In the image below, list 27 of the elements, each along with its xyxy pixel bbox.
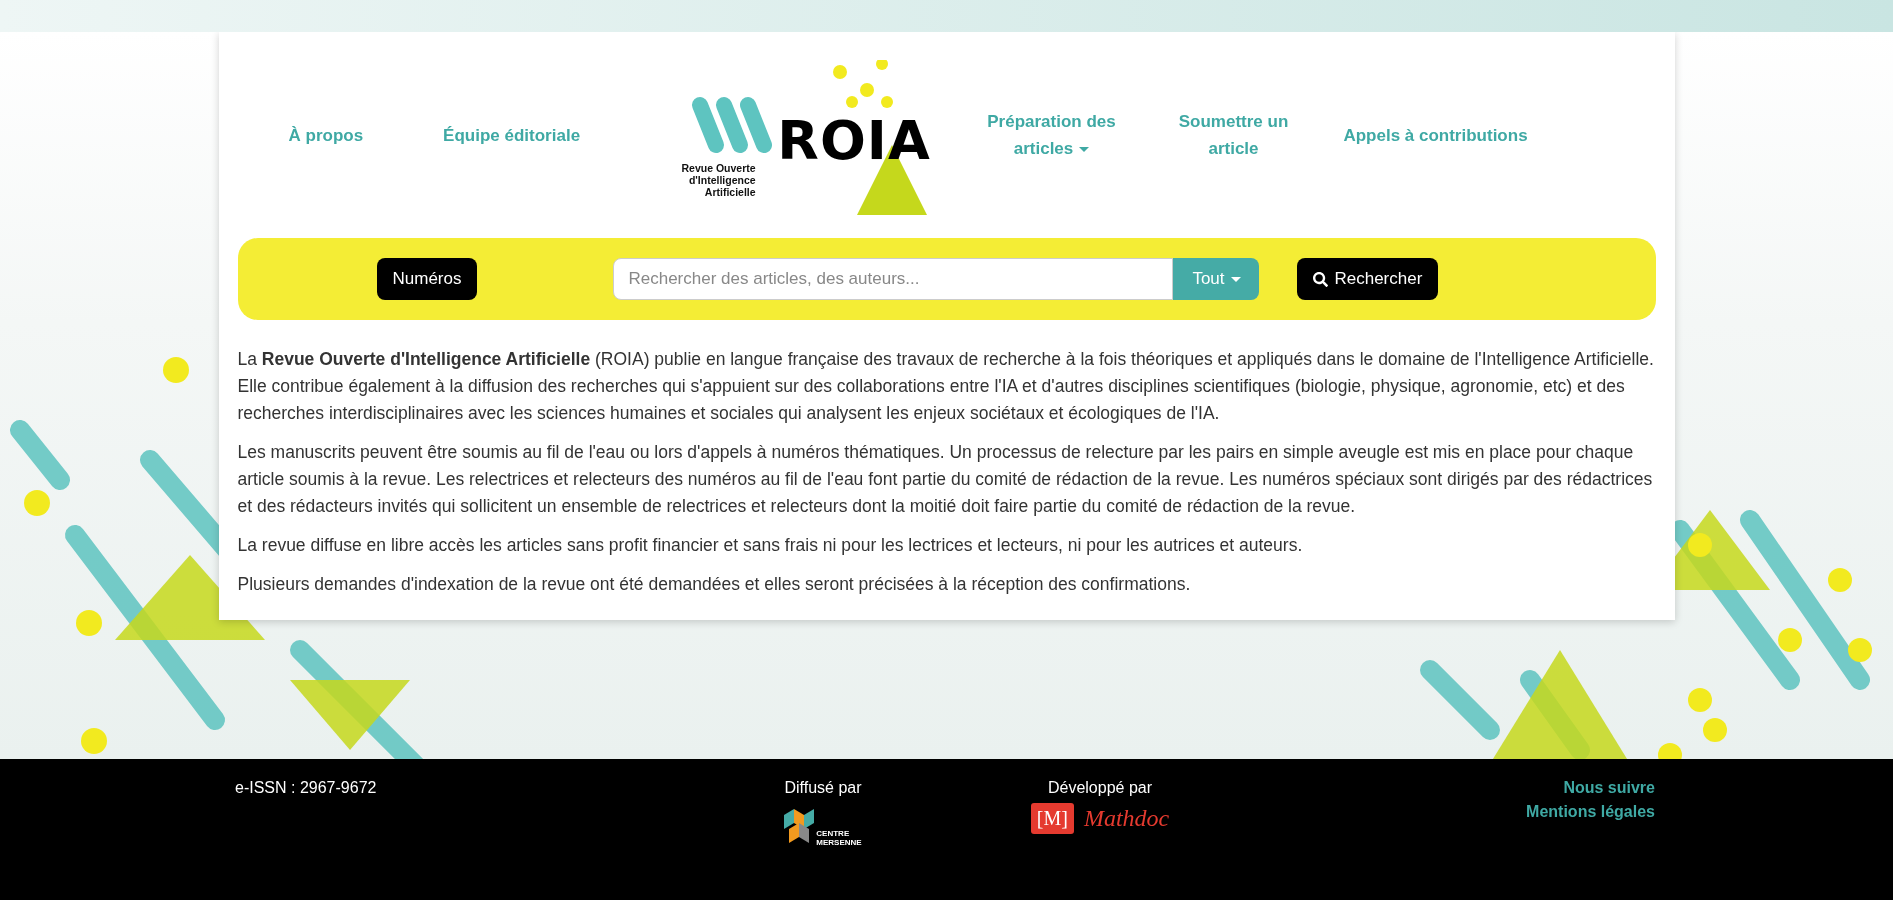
issn-text: e-ISSN : 2967-9672 bbox=[235, 779, 377, 796]
search-button[interactable]: Rechercher bbox=[1297, 258, 1439, 300]
caret-icon bbox=[1230, 277, 1241, 282]
caret-icon bbox=[1079, 147, 1090, 152]
search-field[interactable]: Rechercher des articles, des auteurs... bbox=[613, 258, 1174, 300]
nav-link[interactable]: Appels à contributions bbox=[1343, 121, 1528, 149]
issues-button[interactable]: Numéros bbox=[376, 258, 478, 300]
footer-link[interactable]: Mentions légales bbox=[1526, 803, 1655, 821]
body-paragraph: La Revue Ouverte d'Intelligence Artificielle (ROIA) publie en langue française des travaux de recherche à la fois théoriques et appliqués dans le domaine de l'Intelligence Artificielle. Elle contribue également à la diffusion des recherches qui s'appuient sur des collaborations entre l'IA et d'autres disciplines scientifiques (biologie, physique, agronomie, etc) et des recherches interdisciplinaires avec les sciences humaines et sociales qui analysent les enjeux sociétaux et écologiques de l'IA. bbox=[237, 348, 1655, 425]
logo-tagline: Revue Ouverte d'Intelligence Artificielle bbox=[681, 162, 756, 198]
nav-dropdown[interactable]: Préparation des articles bbox=[966, 108, 1137, 162]
mersenne-logo-text: CENTRE MERSENNE bbox=[816, 829, 862, 847]
nav-link[interactable]: À propos bbox=[288, 121, 364, 149]
scope-dropdown[interactable]: Tout bbox=[1173, 258, 1260, 300]
footer-link[interactable]: Nous suivre bbox=[1563, 779, 1655, 797]
logo-letters: ROIA bbox=[777, 108, 931, 172]
developed-by-label: Développé par bbox=[1047, 779, 1153, 797]
logo-mark: [M] bbox=[1030, 803, 1074, 834]
logo-name: Mathdoc bbox=[1083, 805, 1170, 832]
nav-link[interactable]: Équipe éditoriale bbox=[443, 121, 581, 149]
cube-logo-icon bbox=[784, 807, 815, 843]
body-paragraph: La revue diffuse en libre accès les articles sans profit financier et sans frais ni pour les lectrices et lecteurs, ni pour les autrices et auteurs. bbox=[237, 534, 1304, 557]
search-icon bbox=[1313, 271, 1329, 287]
body-paragraph: Plusieurs demandes d'indexation de la revue ont été demandées et elles seront précisées à la réception des confirmations. bbox=[237, 573, 1192, 596]
distributed-by-label: Diffusé par bbox=[784, 779, 862, 797]
nav-link[interactable]: Soumettre un article bbox=[1168, 108, 1299, 162]
body-paragraph: Les manuscrits peuvent être soumis au fil de l'eau ou lors d'appels à numéros thématiques. Un processus de relecture par les pairs en simple aveugle est mis en place pour chaque article soumis à la revue. Les relectrices et relecteurs des numéros au fil de l'eau font partie du comité de rédaction de la revue. Les numéros spéciaux sont dirigés par des rédactrices et des rédacteurs invités qui sollicitent un ensemble de relectrices et relecteurs dont la moitié doit faire partie du comité de rédaction de la revue. bbox=[237, 441, 1654, 518]
